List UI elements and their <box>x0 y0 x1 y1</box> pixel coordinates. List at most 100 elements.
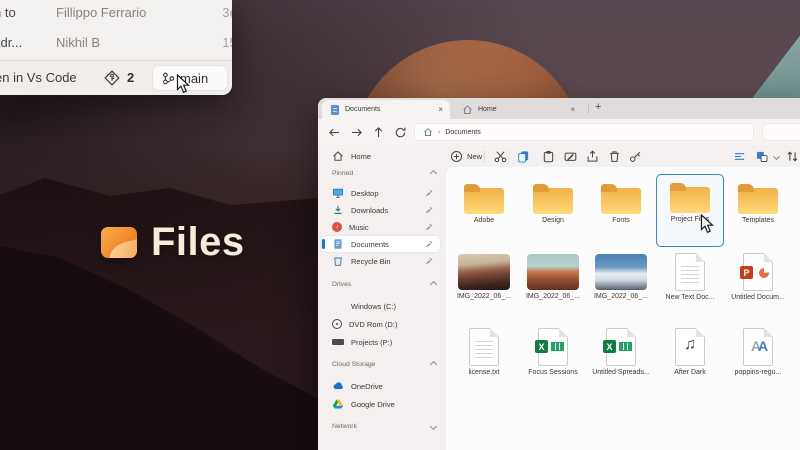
file-tile-font[interactable]: AA poppins-regu... <box>726 325 790 395</box>
pin-icon <box>425 240 433 248</box>
new-tab-button[interactable]: + <box>595 101 601 113</box>
new-button[interactable]: New <box>450 148 482 164</box>
rename-button[interactable] <box>564 148 577 164</box>
files-wordmark: Files <box>151 220 245 265</box>
address-bar[interactable]: › Documents <box>414 123 754 141</box>
sidebar-section-network[interactable]: Network <box>332 420 436 432</box>
file-tile-fonts[interactable]: Fonts <box>589 176 653 246</box>
file-tile-excel[interactable]: X Untitled Spreads... <box>589 325 653 395</box>
sidebar-item-dvd-rom[interactable]: DVD Rom (D:) <box>322 316 440 332</box>
plus-circle-icon <box>450 150 463 163</box>
file-tile-image[interactable]: IMG_2022_06_... <box>589 250 653 320</box>
layout-button[interactable] <box>756 148 779 164</box>
sidebar-item-recycle-bin[interactable]: Recycle Bin <box>322 253 440 269</box>
back-button[interactable] <box>326 124 342 140</box>
documents-icon <box>332 238 344 250</box>
file-tile-design[interactable]: Design <box>521 176 585 246</box>
files-explorer-window: Documents × Home × + › <box>318 98 800 450</box>
chevron-down-icon <box>773 152 780 159</box>
sidebar-item-onedrive[interactable]: OneDrive <box>322 378 440 394</box>
close-tab-icon[interactable]: × <box>570 105 575 114</box>
paste-button[interactable] <box>542 148 555 164</box>
file-tile-text-doc[interactable]: New Text Doc... <box>658 250 722 320</box>
key-icon <box>629 150 642 163</box>
file-label: Design <box>542 217 564 224</box>
file-tile-adobe[interactable]: Adobe <box>452 176 516 246</box>
sidebar-item-music[interactable]: ♪ Music <box>322 219 440 235</box>
commit-hash: 3e4 <box>222 5 232 20</box>
trash-icon <box>608 150 621 163</box>
file-label: Untitled Spreads... <box>592 369 650 376</box>
rename-icon <box>564 150 577 163</box>
sidebar-item-windows-c[interactable]: Windows (C:) <box>322 298 440 314</box>
sidebar-label: Projects (P:) <box>351 338 392 347</box>
breadcrumb-location[interactable]: Documents <box>445 129 480 136</box>
refresh-button[interactable] <box>392 124 408 140</box>
sidebar-section-pinned[interactable]: Pinned <box>332 167 436 179</box>
chevron-up-icon <box>430 280 437 287</box>
folder-icon <box>738 188 778 214</box>
sidebar-label: Downloads <box>351 206 388 215</box>
file-tile-powerpoint[interactable]: P Untitled Docum... <box>726 250 790 320</box>
download-icon <box>332 204 344 216</box>
section-label: Network <box>332 423 357 430</box>
file-tile-project-files-selected[interactable]: Project Files <box>656 174 724 247</box>
open-in-vscode-button[interactable]: en in Vs Code <box>0 70 77 85</box>
file-grid: Adobe Design Fonts Project Files Templat… <box>446 167 800 450</box>
commit-row[interactable]: n to Fillippo Ferrario 3e4 <box>0 0 232 26</box>
commit-message: n to <box>0 5 16 20</box>
git-popup-footer: en in Vs Code 2 main <box>0 60 232 95</box>
file-tile-image[interactable]: IMG_2022_06_... <box>452 250 516 320</box>
sidebar-section-drives[interactable]: Drives <box>332 278 436 290</box>
tab-bar: Documents × Home × + <box>318 98 800 119</box>
chevron-up-icon <box>430 169 437 176</box>
file-label: After Dark <box>674 369 706 376</box>
section-label: Cloud Storage <box>332 361 375 368</box>
sort-button[interactable] <box>786 148 799 164</box>
onedrive-icon <box>332 380 344 392</box>
branch-button[interactable]: main <box>152 65 228 91</box>
files-app-icon <box>101 227 137 258</box>
commit-row[interactable]: kdr... Nikhil B 155 <box>0 30 232 56</box>
commit-count: 2 <box>127 70 134 85</box>
cut-button[interactable] <box>494 148 507 164</box>
sidebar-item-documents[interactable]: Documents <box>322 236 440 252</box>
file-tile-license[interactable]: license.txt <box>452 325 516 395</box>
sidebar-item-downloads[interactable]: Downloads <box>322 202 440 218</box>
navigation-bar: › Documents <box>318 119 800 145</box>
tab-home[interactable]: Home × <box>454 100 582 119</box>
file-label: Adobe <box>474 217 494 224</box>
share-button[interactable] <box>586 148 599 164</box>
file-tile-image[interactable]: IMG_2022_06_... <box>521 250 585 320</box>
home-tab-icon <box>462 104 473 115</box>
file-tile-excel[interactable]: X Focus Sessions <box>521 325 585 395</box>
sidebar-item-home[interactable]: Home <box>322 148 440 164</box>
search-box[interactable] <box>762 123 800 141</box>
desktop: Files n to Fillippo Ferrario 3e4 kdr... … <box>0 0 800 450</box>
photo-thumbnail-desert <box>458 254 510 290</box>
view-options-button[interactable] <box>733 148 746 164</box>
tab-documents[interactable]: Documents × <box>322 100 450 119</box>
properties-button[interactable] <box>629 148 642 164</box>
pin-icon <box>425 189 433 197</box>
toolbar-separator <box>484 151 485 162</box>
home-icon <box>332 150 344 162</box>
chevron-up-icon <box>430 360 437 367</box>
paste-icon <box>542 150 555 163</box>
forward-button[interactable] <box>348 124 364 140</box>
sidebar-item-desktop[interactable]: Desktop <box>322 185 440 201</box>
mouse-cursor <box>176 74 190 94</box>
file-tile-audio[interactable]: ♫ After Dark <box>658 325 722 395</box>
file-tile-templates[interactable]: Templates <box>726 176 790 246</box>
sidebar-section-cloud-storage[interactable]: Cloud Storage <box>332 358 436 370</box>
copy-icon <box>517 150 530 163</box>
file-label: license.txt <box>468 369 499 376</box>
sidebar-item-projects-drive[interactable]: Projects (P:) <box>322 334 440 350</box>
up-button[interactable] <box>370 124 386 140</box>
share-icon <box>586 150 599 163</box>
sidebar-item-google-drive[interactable]: Google Drive <box>322 396 440 412</box>
delete-button[interactable] <box>608 148 621 164</box>
close-tab-icon[interactable]: × <box>438 105 443 114</box>
copy-button[interactable] <box>517 148 530 164</box>
file-label: poppins-regu... <box>735 369 782 376</box>
